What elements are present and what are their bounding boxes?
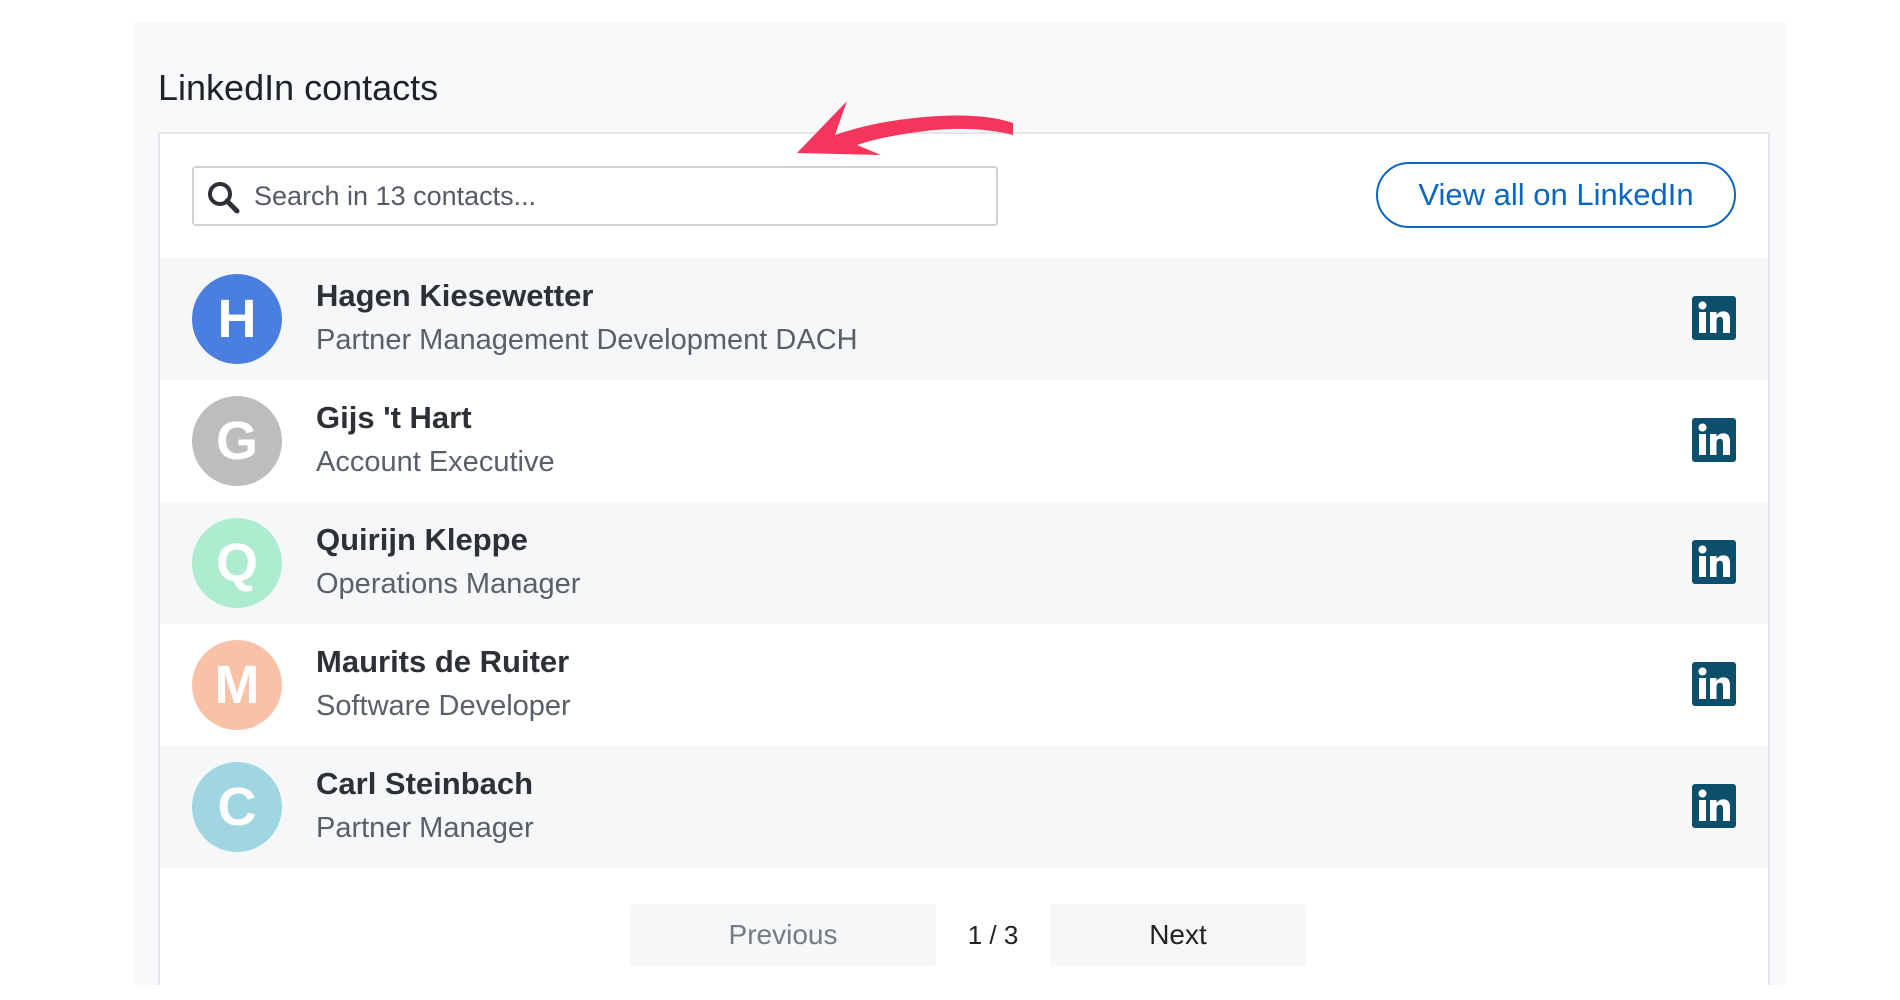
linkedin-icon[interactable] bbox=[1692, 784, 1736, 828]
contact-row[interactable]: H Hagen Kiesewetter Partner Management D… bbox=[160, 258, 1768, 380]
avatar: C bbox=[192, 762, 282, 852]
panel-title: LinkedIn contacts bbox=[158, 67, 439, 108]
contact-list: H Hagen Kiesewetter Partner Management D… bbox=[160, 258, 1768, 868]
linkedin-icon[interactable] bbox=[1692, 418, 1736, 462]
linkedin-contacts-panel: LinkedIn contacts View all on LinkedIn H… bbox=[134, 22, 1786, 985]
previous-page-button[interactable]: Previous bbox=[630, 904, 936, 966]
contact-row[interactable]: G Gijs 't Hart Account Executive bbox=[160, 380, 1768, 502]
avatar: G bbox=[192, 396, 282, 486]
avatar: M bbox=[192, 640, 282, 730]
view-all-on-linkedin-button[interactable]: View all on LinkedIn bbox=[1376, 162, 1736, 228]
search-icon bbox=[208, 182, 240, 214]
linkedin-icon[interactable] bbox=[1692, 662, 1736, 706]
avatar: H bbox=[192, 274, 282, 364]
contact-row[interactable]: C Carl Steinbach Partner Manager bbox=[160, 746, 1768, 868]
contact-row[interactable]: M Maurits de Ruiter Software Developer bbox=[160, 624, 1768, 746]
contact-role: Partner Manager bbox=[316, 812, 534, 844]
search-input[interactable] bbox=[254, 168, 984, 224]
contacts-card: View all on LinkedIn H Hagen Kiesewetter… bbox=[158, 132, 1770, 985]
contact-name: Maurits de Ruiter bbox=[316, 644, 570, 679]
pagination: Previous 1 / 3 Next bbox=[160, 904, 1768, 968]
contact-role: Account Executive bbox=[316, 446, 555, 478]
contact-role: Partner Management Development DACH bbox=[316, 324, 858, 356]
contact-name: Carl Steinbach bbox=[316, 766, 534, 801]
contact-name: Hagen Kiesewetter bbox=[316, 278, 594, 313]
next-page-button[interactable]: Next bbox=[1050, 904, 1306, 966]
linkedin-icon[interactable] bbox=[1692, 296, 1736, 340]
avatar: Q bbox=[192, 518, 282, 608]
contact-role: Operations Manager bbox=[316, 568, 581, 600]
page-indicator: 1 / 3 bbox=[967, 920, 1019, 950]
contact-name: Quirijn Kleppe bbox=[316, 522, 528, 557]
contact-name: Gijs 't Hart bbox=[316, 400, 472, 435]
contact-role: Software Developer bbox=[316, 690, 571, 722]
search-box[interactable] bbox=[192, 166, 998, 226]
linkedin-icon[interactable] bbox=[1692, 540, 1736, 584]
contact-row[interactable]: Q Quirijn Kleppe Operations Manager bbox=[160, 502, 1768, 624]
